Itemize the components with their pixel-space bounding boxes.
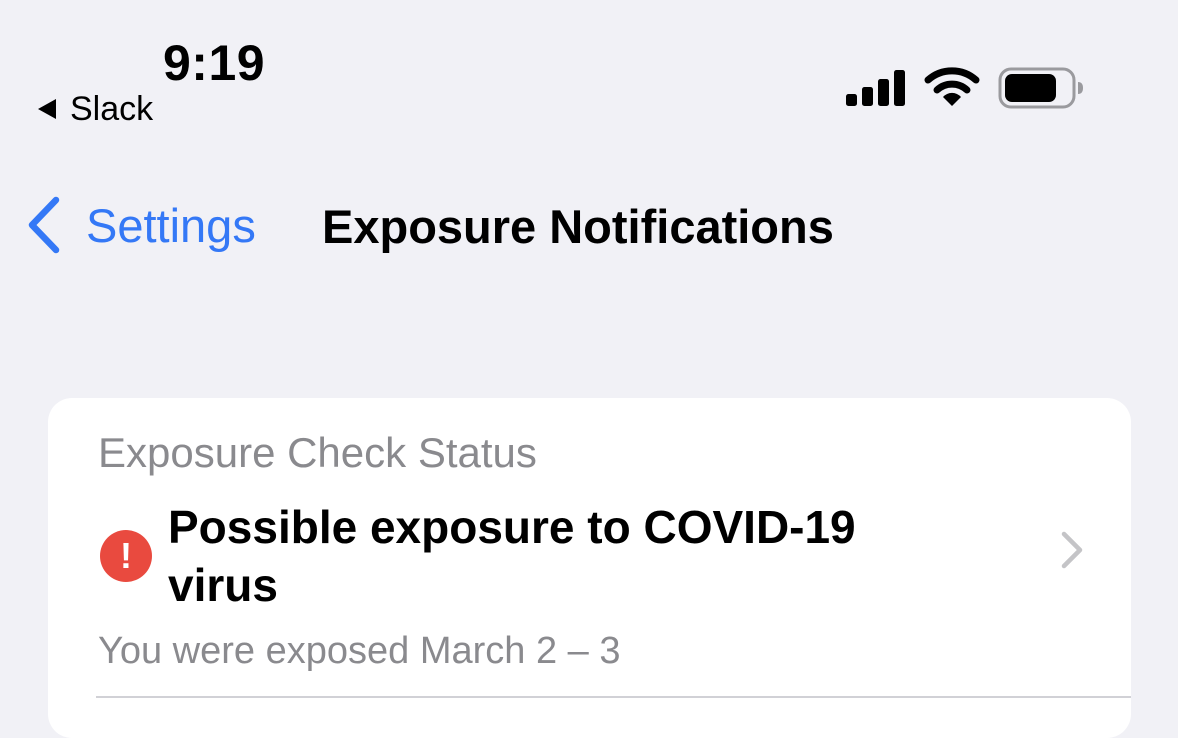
row-divider: [96, 696, 1131, 698]
wifi-icon: [924, 67, 980, 106]
section-label: Exposure Check Status: [98, 429, 537, 476]
status-bar: 9:19 Slack: [0, 0, 1178, 150]
exposure-status-card: Exposure Check Status ! Possible exposur…: [48, 398, 1131, 738]
navigation-bar: Settings Exposure Notifications: [0, 180, 1178, 280]
chevron-left-icon: [28, 196, 60, 254]
back-button-label: Settings: [86, 198, 256, 252]
status-time: 9:19: [163, 35, 266, 91]
back-to-app-label: Slack: [70, 90, 154, 128]
back-triangle-icon: [38, 99, 56, 119]
chevron-right-icon: [1061, 531, 1083, 569]
cellular-signal-icon: [846, 70, 905, 106]
exclamation-alert-icon: !: [100, 530, 152, 582]
back-to-app-link[interactable]: Slack: [38, 92, 153, 126]
exposure-status-title: Possible exposure to COVID-19 virus: [168, 501, 856, 611]
battery-icon: [998, 67, 1083, 109]
page-title: Exposure Notifications: [322, 200, 834, 253]
exposure-date-detail: You were exposed March 2 – 3: [98, 630, 621, 672]
settings-back-button[interactable]: Settings: [24, 194, 256, 256]
